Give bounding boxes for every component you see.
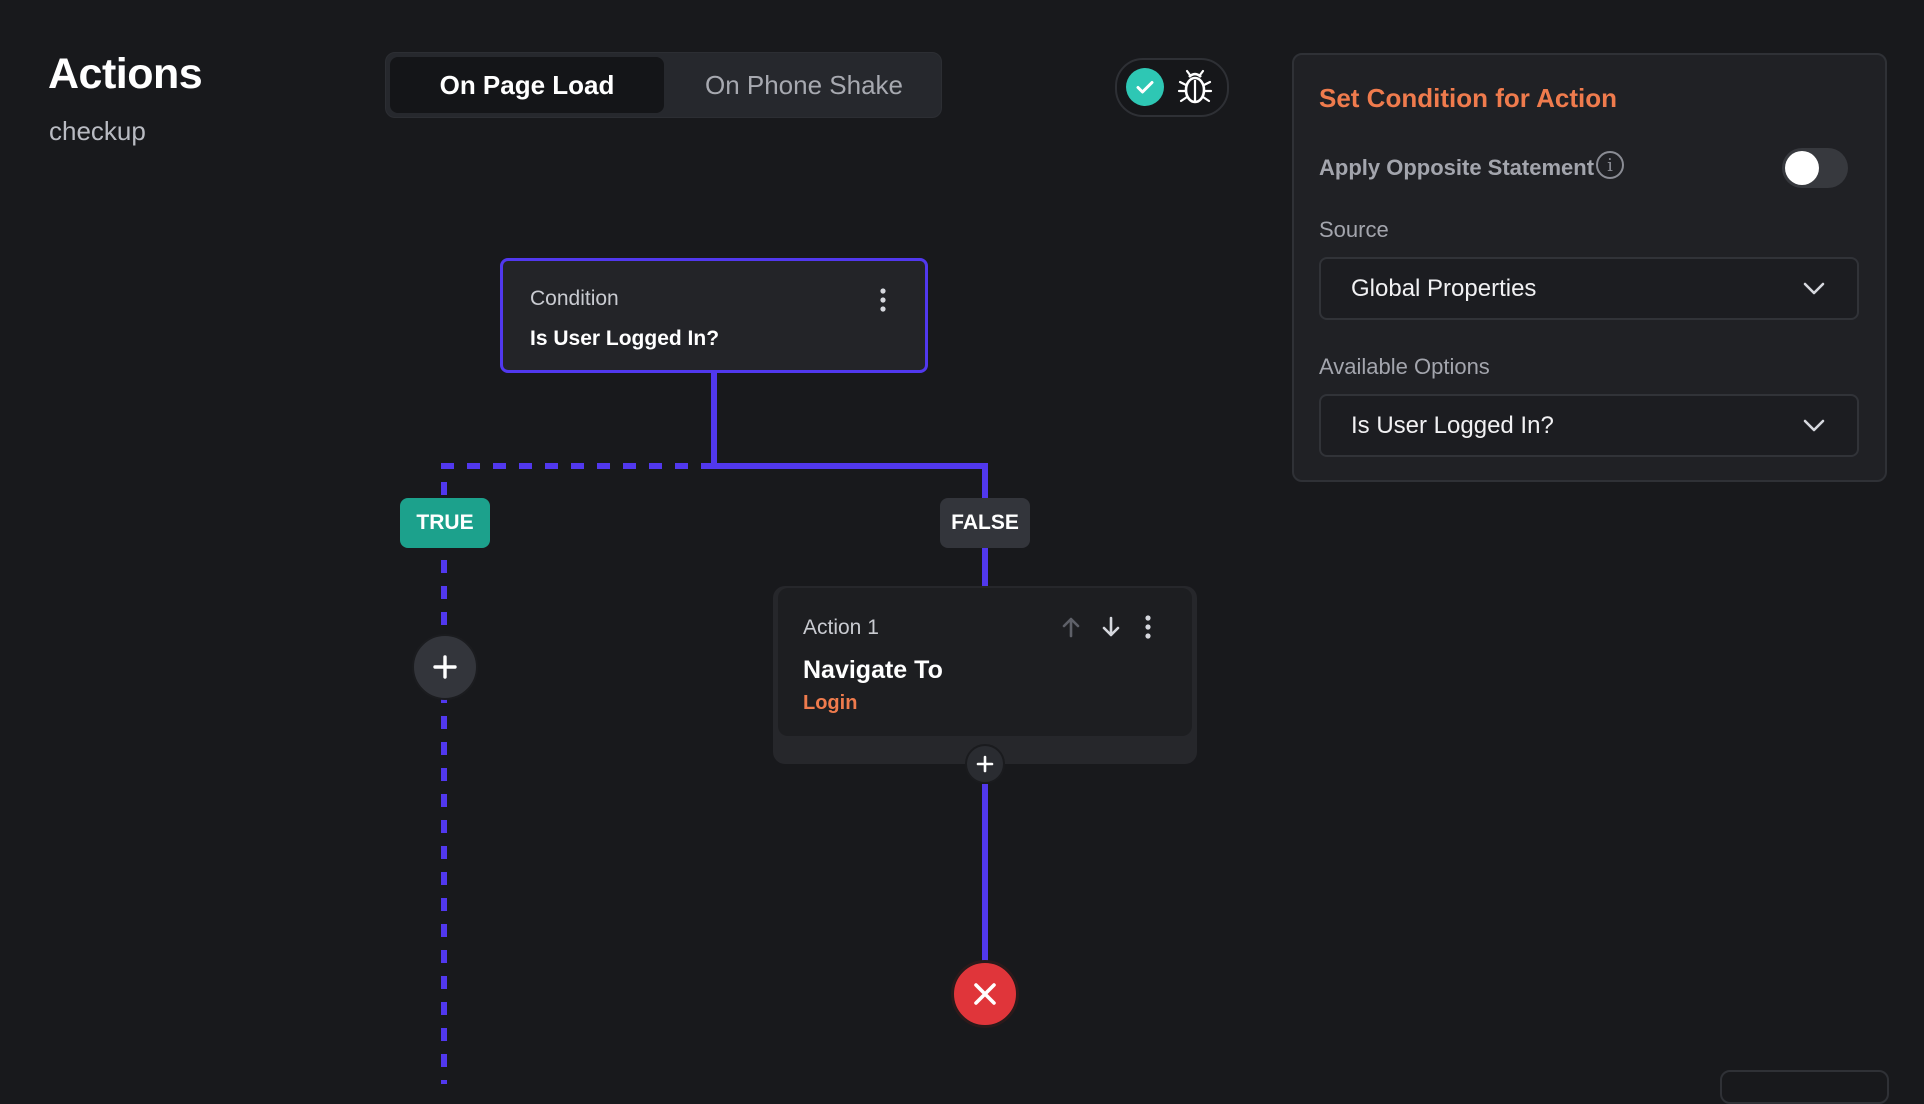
available-options-label: Available Options	[1319, 354, 1490, 379]
end-flow-button[interactable]	[951, 960, 1019, 1028]
toggle-knob	[1785, 151, 1819, 185]
add-action-after-button[interactable]	[965, 744, 1005, 784]
more-vertical-icon[interactable]	[878, 287, 888, 313]
info-icon[interactable]: i	[1596, 151, 1624, 179]
condition-type-label: Condition	[530, 287, 619, 310]
available-options-select[interactable]: Is User Logged In?	[1319, 394, 1859, 457]
bottom-right-panel-edge	[1720, 1070, 1889, 1104]
action-index-label: Action 1	[803, 616, 879, 639]
condition-settings-panel: Set Condition for Action Apply Opposite …	[1292, 53, 1887, 482]
close-icon	[974, 983, 996, 1005]
true-branch-badge: TRUE	[400, 498, 490, 548]
arrow-down-icon[interactable]	[1098, 614, 1124, 640]
false-branch-badge: FALSE	[940, 498, 1030, 548]
action-name: Navigate To	[803, 656, 943, 684]
more-vertical-icon[interactable]	[1143, 614, 1153, 640]
arrow-up-icon[interactable]	[1058, 614, 1084, 640]
chevron-down-icon	[1803, 282, 1825, 295]
condition-card[interactable]: Condition Is User Logged In?	[500, 258, 928, 373]
action-card[interactable]: Action 1 Navigate To Login	[778, 588, 1192, 736]
plus-icon	[433, 655, 457, 679]
source-label: Source	[1319, 217, 1389, 242]
panel-title: Set Condition for Action	[1319, 83, 1617, 113]
condition-name: Is User Logged In?	[530, 327, 720, 350]
chevron-down-icon	[1803, 419, 1825, 432]
source-select-value: Global Properties	[1351, 274, 1537, 302]
source-select[interactable]: Global Properties	[1319, 257, 1859, 320]
add-action-true-button[interactable]	[412, 634, 478, 700]
action-target: Login	[803, 692, 858, 714]
action-card-container: Action 1 Navigate To Login	[773, 586, 1197, 764]
available-options-value: Is User Logged In?	[1351, 411, 1554, 439]
apply-opposite-toggle[interactable]	[1782, 148, 1848, 188]
plus-icon	[976, 755, 994, 773]
apply-opposite-label: Apply Opposite Statement	[1319, 155, 1595, 180]
